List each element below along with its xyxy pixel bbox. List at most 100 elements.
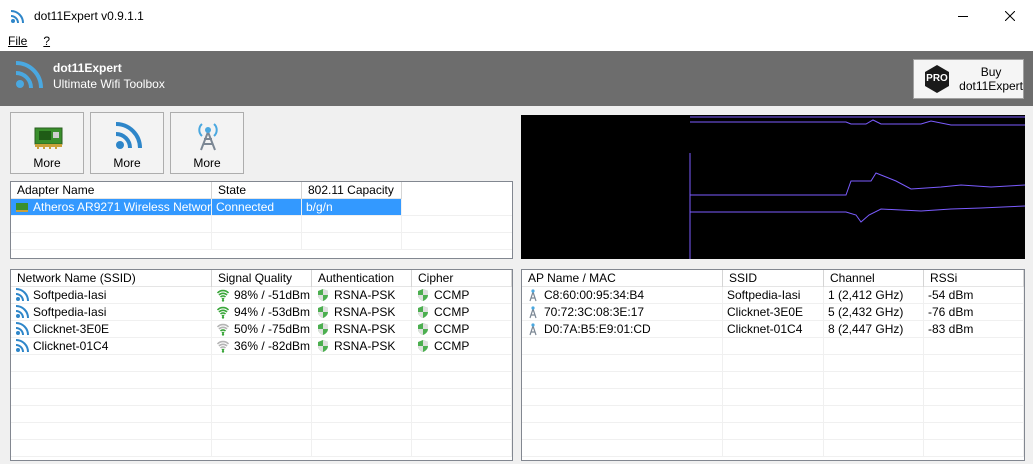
access-point-list: AP Name / MAC SSID Channel RSSi C8:60:00… xyxy=(521,269,1025,461)
adapter-state: Connected xyxy=(212,199,302,215)
network-signal: 50% / -75dBm xyxy=(212,321,312,337)
col-capacity[interactable]: 802.11 Capacity xyxy=(302,182,402,199)
empty-row xyxy=(11,440,512,457)
minimise-button[interactable] xyxy=(940,0,986,31)
adapter-list: Adapter Name State 802.11 Capacity Ather… xyxy=(10,181,513,259)
ap-rows: C8:60:00:95:34:B4 Softpedia-Iasi 1 (2,412 … xyxy=(522,287,1024,460)
network-ssid: Softpedia-Iasi xyxy=(11,287,212,303)
adapter-more-button[interactable]: More xyxy=(10,112,84,174)
pro-badge-label: PRO xyxy=(926,73,948,84)
ap-channel: 5 (2,432 GHz) xyxy=(824,304,924,320)
col-adapter-name[interactable]: Adapter Name xyxy=(11,182,212,199)
empty-row xyxy=(522,338,1024,355)
access-point-icon xyxy=(529,289,537,302)
ap-ssid: Clicknet-3E0E xyxy=(723,304,824,320)
shield-icon xyxy=(318,323,328,335)
title-bar: dot11Expert v0.9.1.1 xyxy=(0,0,1033,31)
adapter-capacity: b/g/n xyxy=(302,199,402,215)
signal-strength-icon xyxy=(216,323,230,336)
shield-icon xyxy=(418,289,428,301)
table-row[interactable]: Softpedia-Iasi 98% / -51dBm RSNA-PSK CCMP xyxy=(11,287,512,304)
empty-row xyxy=(522,355,1024,372)
network-cipher-text: CCMP xyxy=(434,288,470,302)
network-auth: RSNA-PSK xyxy=(312,321,412,337)
wifi-app-icon xyxy=(10,9,24,23)
network-signal-text: 50% / -75dBm xyxy=(234,322,311,336)
col-ssid[interactable]: Network Name (SSID) xyxy=(11,270,212,287)
ap-rssi: -83 dBm xyxy=(924,321,1024,337)
col-rssi[interactable]: RSSi xyxy=(924,270,1024,287)
table-row[interactable]: Clicknet-3E0E 50% / -75dBm RSNA-PSK CCMP xyxy=(11,321,512,338)
col-ap-ssid[interactable]: SSID xyxy=(723,270,824,287)
network-signal: 36% / -82dBm xyxy=(212,338,312,354)
network-ssid: Clicknet-01C4 xyxy=(11,338,212,354)
wifi-more-button[interactable]: More xyxy=(90,112,164,174)
network-rows: Softpedia-Iasi 98% / -51dBm RSNA-PSK CCMP So… xyxy=(11,287,512,460)
col-state[interactable]: State xyxy=(212,182,302,199)
empty-row xyxy=(11,216,512,233)
network-list: Network Name (SSID) Signal Quality Authe… xyxy=(10,269,513,461)
network-card-icon xyxy=(34,127,63,149)
network-ssid: Clicknet-3E0E xyxy=(11,321,212,337)
ap-mac-text: 70:72:3C:08:3E:17 xyxy=(544,305,645,319)
tower-more-label: More xyxy=(193,156,221,170)
col-ap-mac[interactable]: AP Name / MAC xyxy=(522,270,723,287)
tower-more-button[interactable]: More xyxy=(170,112,244,174)
ap-rssi-text: -83 dBm xyxy=(928,322,974,336)
buy-pro-button[interactable]: PRO Buy dot11Expert xyxy=(913,59,1024,99)
ap-channel: 8 (2,447 GHz) xyxy=(824,321,924,337)
table-row[interactable]: 70:72:3C:08:3E:17 Clicknet-3E0E 5 (2,432 G… xyxy=(522,304,1024,321)
empty-row xyxy=(11,406,512,423)
adapter-name-cell: Atheros AR9271 Wireless Network ... xyxy=(11,199,212,215)
wifi-icon xyxy=(15,322,29,336)
header-banner: dot11Expert Ultimate Wifi Toolbox PRO Bu… xyxy=(0,51,1033,106)
ap-ssid-text: Clicknet-3E0E xyxy=(727,305,804,319)
wifi-icon xyxy=(115,122,142,149)
ap-rssi: -54 dBm xyxy=(924,287,1024,303)
wifi-icon xyxy=(15,305,29,319)
table-row[interactable]: C8:60:00:95:34:B4 Softpedia-Iasi 1 (2,412 … xyxy=(522,287,1024,304)
buy-line-1: Buy xyxy=(980,65,1002,79)
ap-list-header: AP Name / MAC SSID Channel RSSi xyxy=(522,270,1024,287)
table-row[interactable]: Atheros AR9271 Wireless Network ... Conn… xyxy=(11,199,512,216)
col-channel[interactable]: Channel xyxy=(824,270,924,287)
menu-help[interactable]: ? xyxy=(43,34,50,48)
app-name: dot11Expert xyxy=(53,61,122,75)
ap-ssid-text: Clicknet-01C4 xyxy=(727,322,803,336)
access-point-icon xyxy=(529,306,537,319)
close-button[interactable] xyxy=(986,0,1033,31)
empty-row xyxy=(11,355,512,372)
table-row[interactable]: Softpedia-Iasi 94% / -53dBm RSNA-PSK CCMP xyxy=(11,304,512,321)
empty-row xyxy=(522,389,1024,406)
network-ssid-text: Clicknet-01C4 xyxy=(33,339,109,353)
ap-rssi: -76 dBm xyxy=(924,304,1024,320)
network-card-icon xyxy=(16,203,28,212)
table-row[interactable]: D0:7A:B5:E9:01:CD Clicknet-01C4 8 (2,447 G… xyxy=(522,321,1024,338)
col-cipher[interactable]: Cipher xyxy=(412,270,512,287)
network-auth-text: RSNA-PSK xyxy=(334,339,396,353)
wifi-more-label: More xyxy=(113,156,141,170)
network-cipher-text: CCMP xyxy=(434,339,470,353)
antenna-tower-icon xyxy=(198,123,218,151)
ap-channel-text: 8 (2,447 GHz) xyxy=(828,322,904,336)
network-list-header: Network Name (SSID) Signal Quality Authe… xyxy=(11,270,512,287)
network-cipher-text: CCMP xyxy=(434,322,470,336)
signal-strength-icon xyxy=(216,340,230,353)
col-authentication[interactable]: Authentication xyxy=(312,270,412,287)
wifi-icon xyxy=(15,288,29,302)
shield-icon xyxy=(418,323,428,335)
ap-mac: C8:60:00:95:34:B4 xyxy=(522,287,723,303)
network-signal-text: 94% / -53dBm xyxy=(234,305,311,319)
network-cipher: CCMP xyxy=(412,304,512,320)
network-auth-text: RSNA-PSK xyxy=(334,322,396,336)
network-ssid-text: Clicknet-3E0E xyxy=(33,322,110,336)
adapter-more-label: More xyxy=(33,156,61,170)
col-signal-quality[interactable]: Signal Quality xyxy=(212,270,312,287)
table-row[interactable]: Clicknet-01C4 36% / -82dBm RSNA-PSK CCMP xyxy=(11,338,512,355)
network-ssid-text: Softpedia-Iasi xyxy=(33,305,107,319)
network-cipher-text: CCMP xyxy=(434,305,470,319)
signal-history-graph xyxy=(521,115,1026,259)
network-cipher: CCMP xyxy=(412,287,512,303)
menu-file[interactable]: File xyxy=(8,34,27,48)
empty-row xyxy=(522,372,1024,389)
